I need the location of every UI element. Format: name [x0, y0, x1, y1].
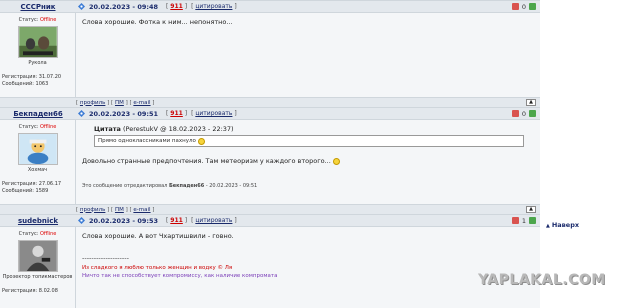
avatar-caption: Хохмач: [27, 167, 48, 173]
forum-thread: СССРник 20.02.2023 - 09:48 [ 911 ] [ цит…: [0, 0, 540, 308]
registration-date: Регистрация: 8.02.08: [2, 288, 58, 294]
profile-link[interactable]: профиль: [80, 207, 106, 213]
scroll-to-top-link[interactable]: ▲ Наверх: [546, 221, 579, 229]
post-footer: [ профиль ] [ ПМ ] [ e-mail ] ▲: [0, 204, 540, 214]
author-status: Статус: Offline: [18, 231, 57, 237]
site-watermark: YAPLAKAL.COM: [478, 272, 606, 288]
email-link[interactable]: e-mail: [133, 207, 150, 213]
post-date: 20.02.2023 - 09:48: [89, 2, 159, 11]
author-name[interactable]: sudebnick: [0, 217, 76, 225]
author-name[interactable]: Бекпаден66: [0, 110, 76, 118]
post-number-link[interactable]: 911: [170, 217, 183, 224]
post-meta: 20.02.2023 - 09:51 [ 911 ] [ цитировать …: [76, 110, 540, 118]
author-name[interactable]: СССРник: [0, 3, 76, 11]
post-header: СССРник 20.02.2023 - 09:48 [ 911 ] [ цит…: [0, 1, 540, 13]
rating-value: 0: [521, 2, 526, 11]
registration-date: Регистрация: 27.06.17: [2, 181, 62, 187]
post-text: Слова хорошие. А вот Чхартишвили - говно…: [82, 232, 234, 240]
rating-value: 1: [521, 216, 526, 225]
author-status: Статус: Offline: [18, 17, 57, 23]
post-text: Довольно странные предпочтения. Там мете…: [82, 157, 534, 165]
arrow-up-icon: ▲: [546, 223, 550, 229]
post-text: Слова хорошие. Фотка к ним... непонятно.…: [82, 18, 233, 26]
scroll-top-icon[interactable]: ▲: [526, 206, 536, 213]
post-rating: 1: [511, 216, 540, 225]
rating-value: 0: [521, 109, 526, 118]
quote-header: Цитата (PerestukV @ 18.02.2023 - 22:37): [94, 125, 234, 133]
rate-down-icon[interactable]: [511, 3, 519, 10]
quote-text: Прямо одноклассниками пахнуло: [98, 138, 196, 144]
author-status: Статус: Offline: [18, 124, 57, 130]
post-footer: [ профиль ] [ ПМ ] [ e-mail ] ▲: [0, 97, 540, 107]
post-body: Статус: Offline Рукола Регистрация: 31.0…: [0, 13, 540, 97]
signature-line-2: Ничто так не способствует компромиссу, к…: [82, 273, 278, 279]
pm-link[interactable]: ПМ: [115, 100, 124, 106]
author-panel: Статус: Offline Прозектор топикмастеров …: [0, 227, 76, 308]
avatar[interactable]: [17, 26, 58, 58]
email-link[interactable]: e-mail: [133, 100, 150, 106]
signature-line-1: Из сладкого я люблю только женщин и водк…: [82, 265, 233, 271]
post-body: Статус: Offline Хохмач Регистрация: 27.0…: [0, 120, 540, 204]
post-link-icon[interactable]: [78, 3, 85, 10]
edited-note: Это сообщение отредактировал Бекпаден66 …: [82, 183, 258, 189]
post-header: sudebnick 20.02.2023 - 09:53 [ 911 ] [ ц…: [0, 215, 540, 227]
pm-link[interactable]: ПМ: [115, 207, 124, 213]
avatar[interactable]: [17, 240, 58, 272]
rate-up-icon[interactable]: [529, 110, 536, 117]
smile-icon: [197, 137, 205, 145]
post-meta: 20.02.2023 - 09:53 [ 911 ] [ цитировать …: [76, 217, 540, 225]
smile-icon: [332, 157, 340, 165]
post-content: Слова хорошие. А вот Чхартишвили - говно…: [76, 227, 540, 308]
post-link-icon[interactable]: [78, 110, 85, 117]
post-meta: 20.02.2023 - 09:48 [ 911 ] [ цитировать …: [76, 3, 540, 11]
rate-up-icon[interactable]: [529, 217, 536, 224]
post: sudebnick 20.02.2023 - 09:53 [ 911 ] [ ц…: [0, 214, 540, 308]
cite-link[interactable]: цитировать: [195, 110, 232, 117]
post-rating: 0: [511, 2, 540, 11]
message-count: Сообщений: 1063: [2, 81, 49, 87]
post-link-icon[interactable]: [78, 217, 85, 224]
quote-box: Прямо одноклассниками пахнуло: [94, 135, 524, 147]
rate-down-icon[interactable]: [511, 110, 519, 117]
profile-link[interactable]: профиль: [80, 100, 106, 106]
author-panel: Статус: Offline Хохмач Регистрация: 27.0…: [0, 120, 76, 204]
registration-date: Регистрация: 31.07.20: [2, 74, 62, 80]
avatar-caption: Рукола: [28, 60, 47, 66]
scroll-top-icon[interactable]: ▲: [526, 99, 536, 106]
rate-up-icon[interactable]: [529, 3, 536, 10]
cite-link[interactable]: цитировать: [195, 217, 232, 224]
avatar-caption: Прозектор топикмастеров: [2, 274, 73, 280]
post-number-link[interactable]: 911: [170, 3, 183, 10]
post-content: Цитата (PerestukV @ 18.02.2023 - 22:37) …: [76, 120, 540, 204]
message-count: Сообщений: 1589: [2, 188, 49, 194]
post-date: 20.02.2023 - 09:51: [89, 109, 159, 118]
post: Бекпаден66 20.02.2023 - 09:51 [ 911 ] [ …: [0, 107, 540, 214]
signature-divider: --------------------: [82, 254, 129, 262]
post-header: Бекпаден66 20.02.2023 - 09:51 [ 911 ] [ …: [0, 108, 540, 120]
post-date: 20.02.2023 - 09:53: [89, 216, 159, 225]
cite-link[interactable]: цитировать: [195, 3, 232, 10]
post-rating: 0: [511, 109, 540, 118]
author-panel: Статус: Offline Рукола Регистрация: 31.0…: [0, 13, 76, 97]
post-number-link[interactable]: 911: [170, 110, 183, 117]
post: СССРник 20.02.2023 - 09:48 [ 911 ] [ цит…: [0, 0, 540, 107]
post-body: Статус: Offline Прозектор топикмастеров …: [0, 227, 540, 308]
avatar[interactable]: [17, 133, 58, 165]
rate-down-icon[interactable]: [511, 217, 519, 224]
